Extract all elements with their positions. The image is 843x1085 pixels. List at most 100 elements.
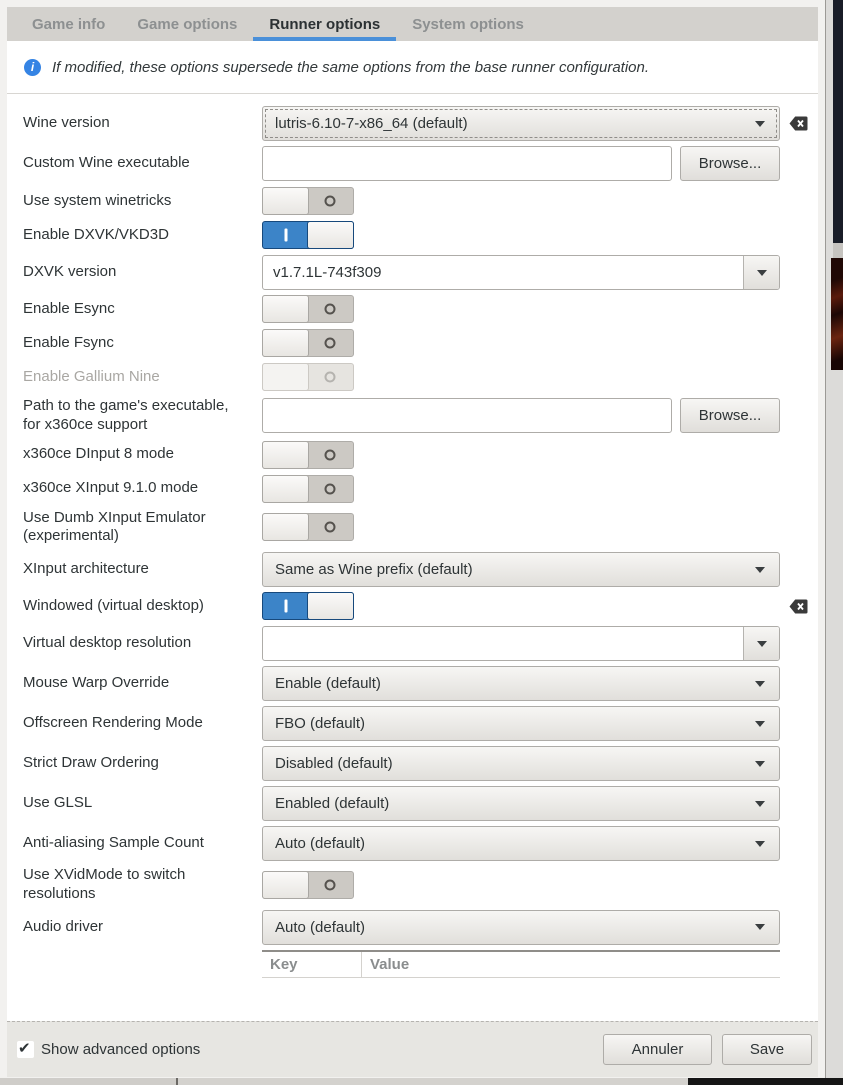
use-glsl-select[interactable]: Enabled (default) [262, 786, 780, 821]
dxvk-version-input[interactable] [263, 256, 743, 289]
toggle-state-mark [324, 449, 335, 460]
clear-icon[interactable] [789, 116, 808, 131]
chevron-down-icon [755, 681, 765, 687]
combo-dropdown-button[interactable] [743, 256, 779, 289]
browse-button[interactable]: Browse... [680, 398, 780, 433]
field-label: Enable DXVK/VKD3D [23, 226, 262, 245]
selected-value: Enable (default) [275, 675, 755, 692]
windowed-virtual-desktop-toggle[interactable] [262, 592, 354, 620]
background-app-strip [826, 0, 843, 1085]
clear-icon[interactable] [789, 599, 808, 614]
enable-esync-toggle[interactable] [262, 295, 354, 323]
wine-version-select[interactable]: lutris-6.10-7-x86_64 (default) [262, 106, 780, 141]
selected-value: Disabled (default) [275, 755, 755, 772]
selected-value: FBO (default) [275, 715, 755, 732]
chevron-down-icon [755, 761, 765, 767]
info-banner-text: If modified, these options supersede the… [52, 59, 649, 76]
field-label: Use Dumb XInput Emulator (experimental) [23, 509, 262, 547]
enable-fsync-toggle[interactable] [262, 329, 354, 357]
selected-value: Enabled (default) [275, 795, 755, 812]
background-game-art [831, 258, 843, 370]
strict-draw-ordering-select[interactable]: Disabled (default) [262, 746, 780, 781]
enable-dxvk-toggle[interactable] [262, 221, 354, 249]
selected-value: lutris-6.10-7-x86_64 (default) [275, 115, 755, 132]
toggle-state-mark [324, 304, 335, 315]
browse-button[interactable]: Browse... [680, 146, 780, 181]
antialiasing-sample-count-select[interactable]: Auto (default) [262, 826, 780, 861]
toggle-knob [262, 295, 309, 323]
field-label: Use XVidMode to switch resolutions [23, 866, 262, 904]
toggle-knob [262, 475, 309, 503]
xinput-architecture-select[interactable]: Same as Wine prefix (default) [262, 552, 780, 587]
toggle-state-mark [324, 338, 335, 349]
x360ce-path-input[interactable] [262, 398, 672, 433]
selected-value: Auto (default) [275, 835, 755, 852]
x360ce-dinput8-toggle[interactable] [262, 441, 354, 469]
toggle-knob [307, 592, 354, 620]
toggle-knob [307, 221, 354, 249]
virtual-desktop-resolution-combo [262, 626, 780, 661]
dxvk-version-combo [262, 255, 780, 290]
field-label: x360ce DInput 8 mode [23, 445, 262, 464]
field-label: Enable Gallium Nine [23, 368, 262, 387]
toggle-knob [262, 441, 309, 469]
chevron-down-icon [755, 801, 765, 807]
chevron-down-icon [755, 567, 765, 573]
field-label: Path to the game's executable, for x360c… [23, 397, 262, 435]
xvidmode-toggle[interactable] [262, 871, 354, 899]
field-label: Windowed (virtual desktop) [23, 597, 262, 616]
toggle-knob [262, 363, 309, 391]
toggle-knob [262, 871, 309, 899]
field-label: Use system winetricks [23, 192, 262, 211]
chevron-down-icon [757, 641, 767, 647]
dialog-action-bar: Show advanced options Annuler Save [7, 1021, 818, 1077]
x360ce-xinput910-toggle[interactable] [262, 475, 354, 503]
chevron-down-icon [755, 924, 765, 930]
virtual-desktop-resolution-input[interactable] [263, 627, 743, 660]
field-label: x360ce XInput 9.1.0 mode [23, 479, 262, 498]
show-advanced-options-label: Show advanced options [41, 1041, 200, 1058]
chevron-down-icon [757, 270, 767, 276]
show-advanced-options[interactable]: Show advanced options [17, 1041, 603, 1058]
offscreen-rendering-mode-select[interactable]: FBO (default) [262, 706, 780, 741]
mouse-warp-override-select[interactable]: Enable (default) [262, 666, 780, 701]
toggle-state-mark [324, 196, 335, 207]
chevron-down-icon [755, 121, 765, 127]
audio-driver-select[interactable]: Auto (default) [262, 910, 780, 945]
field-label: Offscreen Rendering Mode [23, 714, 262, 733]
key-column-header: Key [262, 952, 362, 977]
save-button[interactable]: Save [722, 1034, 812, 1065]
show-advanced-options-checkbox[interactable] [17, 1041, 34, 1058]
field-label: Audio driver [23, 918, 262, 937]
cancel-button[interactable]: Annuler [603, 1034, 712, 1065]
custom-wine-executable-input[interactable] [262, 146, 672, 181]
options-form: Wine version lutris-6.10-7-x86_64 (defau… [7, 94, 818, 1021]
chevron-down-icon [755, 841, 765, 847]
field-label: Enable Esync [23, 300, 262, 319]
use-system-winetricks-toggle[interactable] [262, 187, 354, 215]
toggle-knob [262, 329, 309, 357]
tab-runner-options[interactable]: Runner options [253, 7, 396, 41]
field-label: Virtual desktop resolution [23, 634, 262, 653]
toggle-state-mark [324, 879, 335, 890]
toggle-state-mark [284, 229, 287, 242]
runner-config-dialog: Game info Game options Runner options Sy… [0, 0, 826, 1078]
key-value-table[interactable]: Key Value [262, 950, 780, 978]
tab-bar: Game info Game options Runner options Sy… [7, 7, 818, 41]
field-label: Anti-aliasing Sample Count [23, 834, 262, 853]
tab-game-options[interactable]: Game options [121, 7, 253, 41]
info-icon: i [24, 59, 41, 76]
enable-gallium-nine-toggle [262, 363, 354, 391]
tab-game-info[interactable]: Game info [16, 7, 121, 41]
dumb-xinput-emulator-toggle[interactable] [262, 513, 354, 541]
tab-system-options[interactable]: System options [396, 7, 540, 41]
combo-dropdown-button[interactable] [743, 627, 779, 660]
toggle-state-mark [324, 372, 335, 383]
toggle-state-mark [324, 522, 335, 533]
background-band [833, 243, 843, 258]
background-dark-panel [833, 0, 843, 243]
field-label: Use GLSL [23, 794, 262, 813]
toggle-state-mark [284, 600, 287, 613]
info-banner: i If modified, these options supersede t… [7, 41, 818, 94]
field-label: Enable Fsync [23, 334, 262, 353]
